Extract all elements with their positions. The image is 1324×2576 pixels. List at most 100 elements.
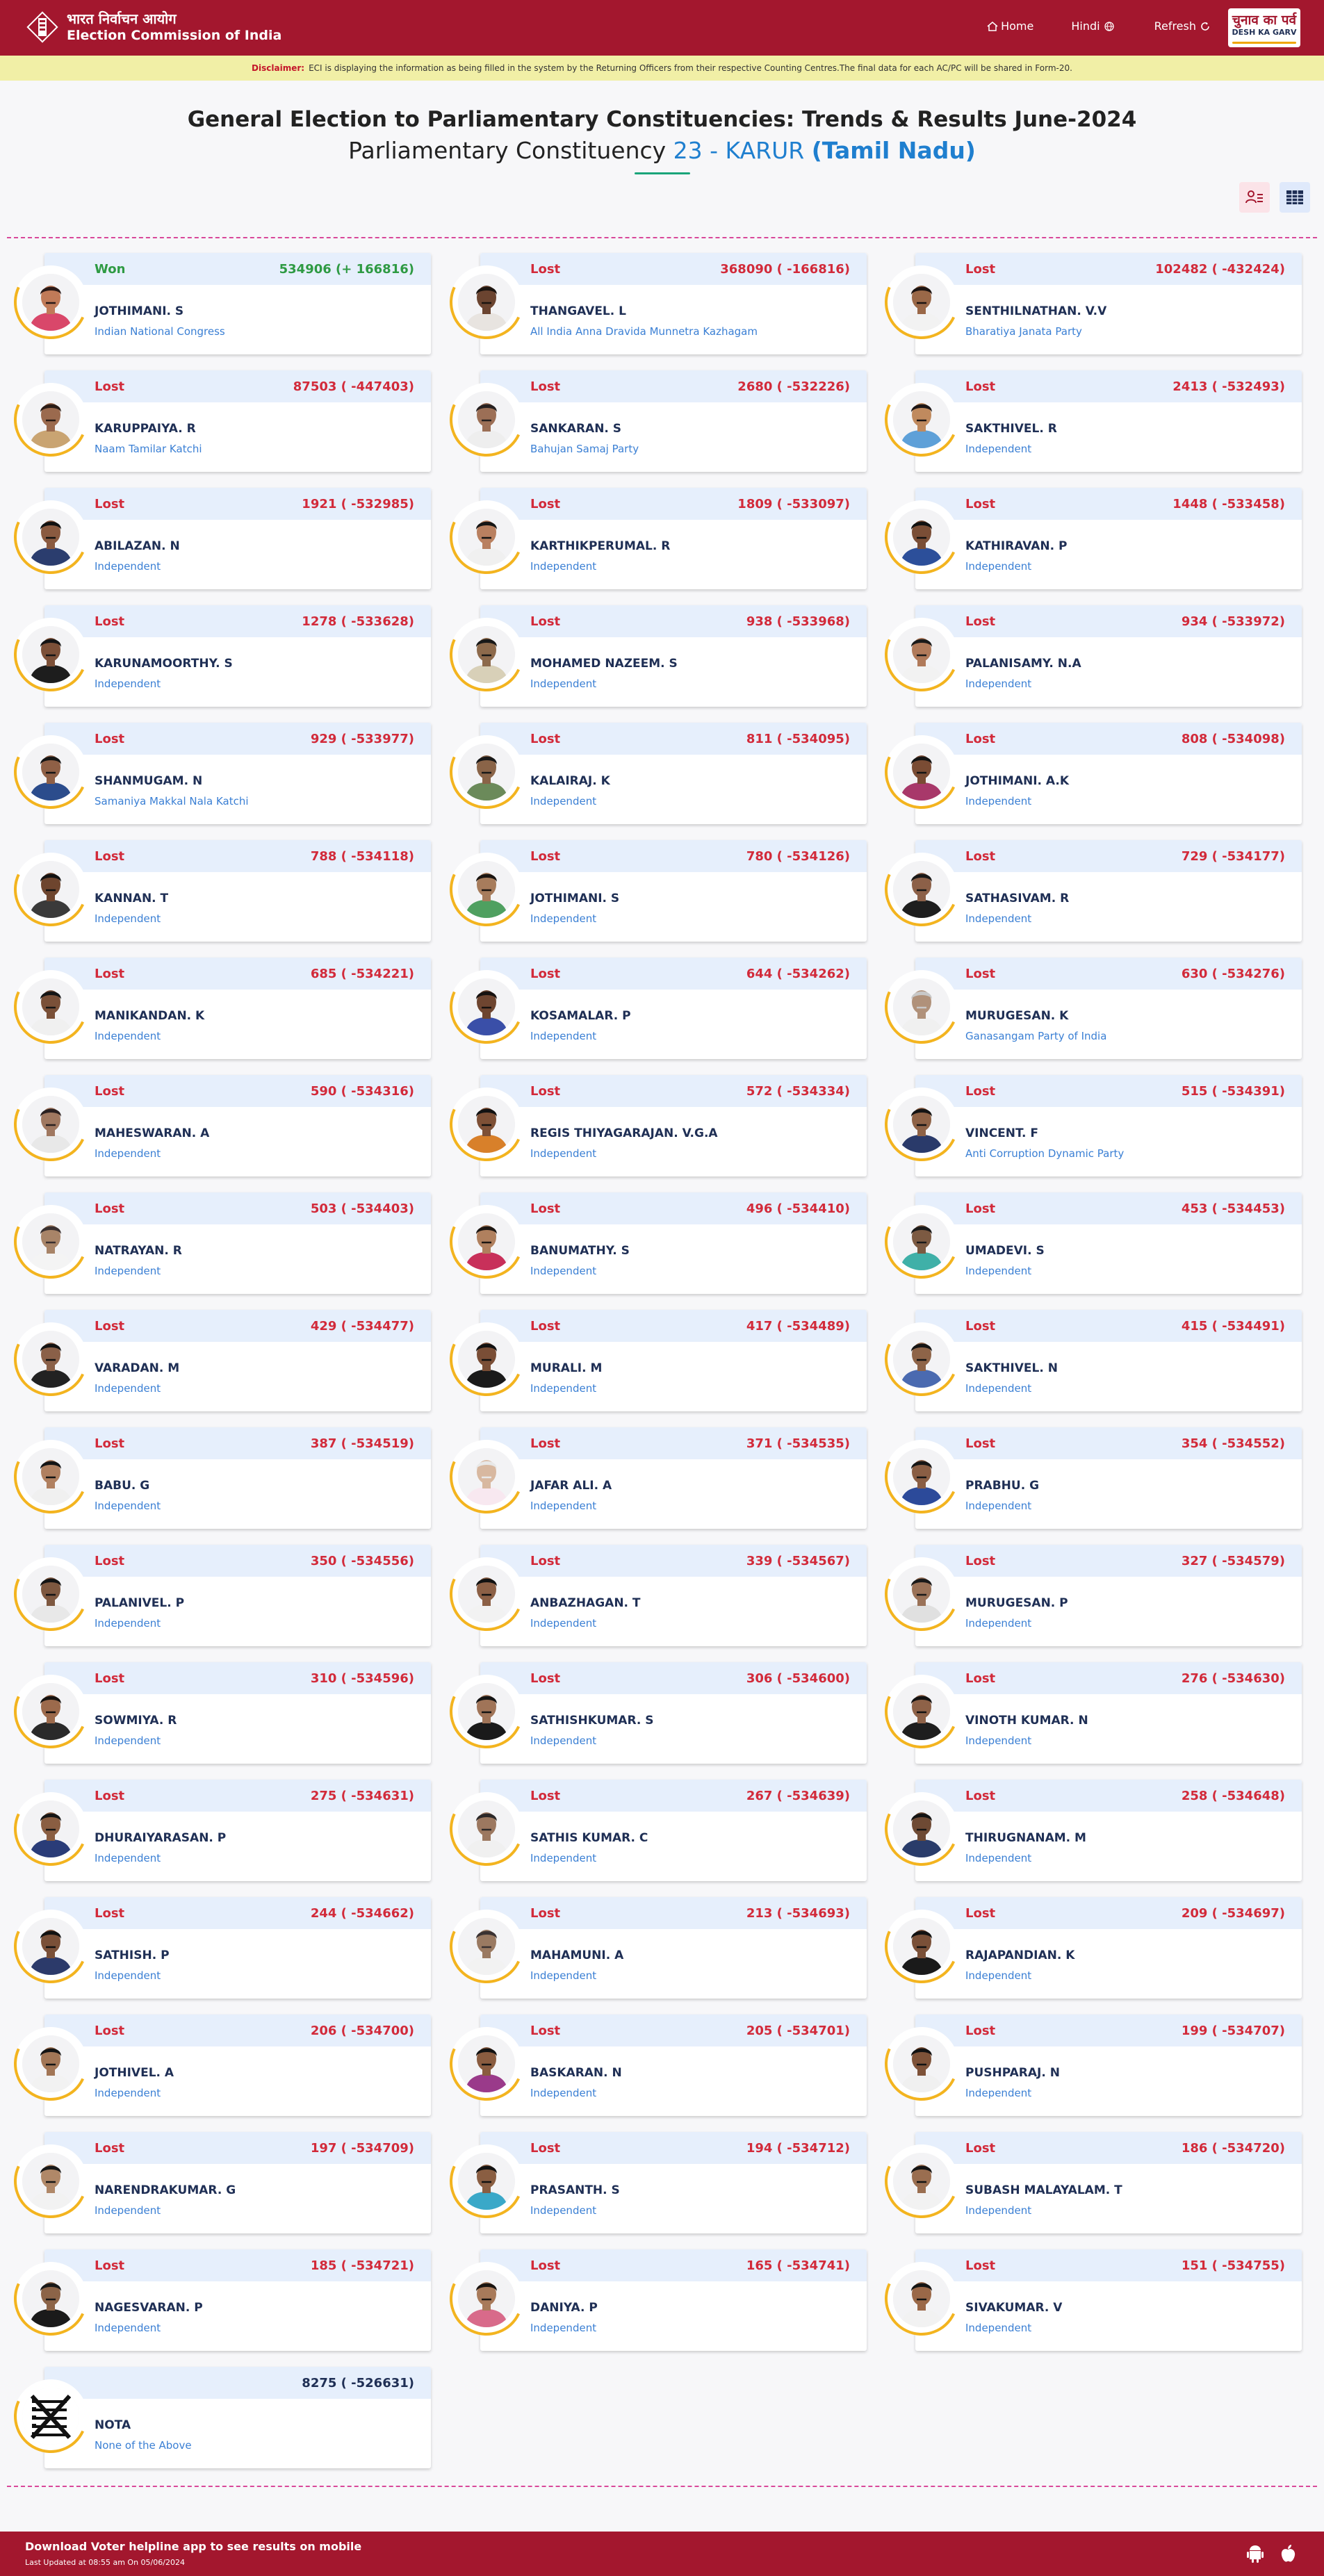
vote-count: 275 ( -534631) — [310, 1789, 414, 1803]
candidate-card[interactable]: Lost 780 ( -534126) JOTHIMANI. S Independen… — [439, 840, 867, 942]
candidate-card[interactable]: Lost 2680 ( -532226) SANKARAN. S Bahujan Sa… — [439, 370, 867, 472]
candidate-card[interactable]: Lost 453 ( -534453) UMADEVI. S Independent — [874, 1192, 1302, 1294]
candidate-card[interactable]: Lost 206 ( -534700) JOTHIVEL. A Independent — [3, 2015, 431, 2116]
candidate-card[interactable]: Lost 371 ( -534535) JAFAR ALI. A Independen… — [439, 1427, 867, 1529]
candidate-name: VARADAN. M — [95, 1361, 180, 1375]
candidate-photo — [22, 1683, 79, 1740]
vote-count: 1809 ( -533097) — [737, 497, 850, 511]
vote-count: 213 ( -534693) — [746, 1906, 850, 1921]
candidate-party: Independent — [965, 560, 1032, 573]
candidate-card[interactable]: Lost 387 ( -534519) BABU. G Independent — [3, 1427, 431, 1529]
candidate-card[interactable]: Lost 2413 ( -532493) SAKTHIVEL. R Independe… — [874, 370, 1302, 472]
candidate-card[interactable]: Lost 1448 ( -533458) KATHIRAVAN. P Independ… — [874, 488, 1302, 589]
candidate-card[interactable]: Lost 151 ( -534755) SIVAKUMAR. V Independen… — [874, 2249, 1302, 2351]
candidate-card[interactable]: Lost 685 ( -534221) MANIKANDAN. K Independe… — [3, 958, 431, 1059]
result-status: Lost — [95, 2258, 125, 2273]
candidate-party: Independent — [530, 1852, 597, 1864]
candidate-card[interactable]: Lost 197 ( -534709) NARENDRAKUMAR. G Indepe… — [3, 2132, 431, 2233]
candidate-party: Independent — [965, 912, 1032, 925]
candidate-card[interactable]: Won 534906 (+ 166816) JOTHIMANI. S Indian N… — [3, 253, 431, 354]
candidate-card[interactable]: Lost 788 ( -534118) KANNAN. T Independent — [3, 840, 431, 942]
result-status: Lost — [965, 1906, 996, 1921]
candidate-party: Independent — [530, 1617, 597, 1630]
candidate-card[interactable]: Lost 1921 ( -532985) ABILAZAN. N Independen… — [3, 488, 431, 589]
candidate-card[interactable]: Lost 205 ( -534701) BASKARAN. N Independent — [439, 2015, 867, 2116]
candidate-card[interactable]: Lost 327 ( -534579) MURUGESAN. P Independen… — [874, 1545, 1302, 1646]
result-status: Lost — [965, 497, 996, 511]
candidate-card[interactable]: Lost 1278 ( -533628) KARUNAMOORTHY. S Indep… — [3, 605, 431, 707]
candidate-card[interactable]: Lost 417 ( -534489) MURALI. M Independent — [439, 1310, 867, 1411]
result-status: Lost — [95, 1436, 125, 1451]
result-status: Lost — [530, 1671, 561, 1686]
candidate-card[interactable]: Lost 102482 ( -432424) SENTHILNATHAN. V.V B… — [874, 253, 1302, 354]
candidate-name: SAKTHIVEL. R — [965, 422, 1057, 436]
candidate-card[interactable]: Lost 938 ( -533968) MOHAMED NAZEEM. S Indep… — [439, 605, 867, 707]
result-status: Lost — [965, 967, 996, 981]
candidate-photo — [893, 391, 950, 448]
candidate-card[interactable]: Lost 1809 ( -533097) KARTHIKPERUMAL. R Inde… — [439, 488, 867, 589]
candidate-card[interactable]: Lost 213 ( -534693) MAHAMUNI. A Independent — [439, 1897, 867, 1999]
candidate-party: Independent — [95, 912, 161, 925]
nav-refresh[interactable]: Refresh — [1154, 19, 1213, 33]
candidate-card[interactable]: Lost 185 ( -534721) NAGESVARAN. P Independe… — [3, 2249, 431, 2351]
candidate-card[interactable]: Lost 354 ( -534552) PRABHU. G Independent — [874, 1427, 1302, 1529]
eci-logo-link[interactable]: भारत निर्वाचन आयोग Election Commission o… — [25, 10, 281, 44]
candidate-card[interactable]: Lost 496 ( -534410) BANUMATHY. S Independen… — [439, 1192, 867, 1294]
candidate-photo — [893, 2035, 950, 2092]
candidate-card[interactable]: Lost 503 ( -534403) NATRAYAN. R Independent — [3, 1192, 431, 1294]
candidate-card[interactable]: Lost 630 ( -534276) MURUGESAN. K Ganasangam… — [874, 958, 1302, 1059]
candidate-card[interactable]: Lost 644 ( -534262) KOSAMALAR. P Independen… — [439, 958, 867, 1059]
candidate-name: JOTHIMANI. S — [530, 892, 620, 905]
candidate-photo — [458, 1331, 515, 1388]
result-status: Lost — [530, 379, 561, 394]
candidate-card[interactable]: Lost 811 ( -534095) KALAIRAJ. K Independent — [439, 723, 867, 824]
result-status: Lost — [95, 849, 125, 864]
candidate-card[interactable]: Lost 339 ( -534567) ANBAZHAGAN. T Independe… — [439, 1545, 867, 1646]
candidate-photo — [893, 1566, 950, 1623]
candidate-name: ANBAZHAGAN. T — [530, 1596, 641, 1610]
candidate-card[interactable]: Lost 267 ( -534639) SATHIS KUMAR. C Indepen… — [439, 1780, 867, 1881]
candidate-card[interactable]: 8275 ( -526631) NOTA None of the Above — [3, 2367, 431, 2468]
candidate-card[interactable]: Lost 808 ( -534098) JOTHIMANI. A.K Independ… — [874, 723, 1302, 824]
candidate-card[interactable]: Lost 368090 ( -166816) THANGAVEL. L All Ind… — [439, 253, 867, 354]
disclaimer-text: ECI is displaying the information as bei… — [309, 63, 1072, 73]
candidate-card[interactable]: Lost 276 ( -534630) VINOTH KUMAR. N Indepen… — [874, 1662, 1302, 1764]
candidate-card[interactable]: Lost 350 ( -534556) PALANIVEL. P Independen… — [3, 1545, 431, 1646]
candidate-name: NOTA — [95, 2418, 131, 2432]
logo-english-text: Election Commission of India — [67, 28, 282, 43]
table-view-button[interactable] — [1280, 182, 1310, 213]
result-status: Lost — [95, 2141, 125, 2156]
candidate-party: Independent — [965, 1265, 1032, 1277]
candidate-card[interactable]: Lost 515 ( -534391) VINCENT. F Anti Corrupt… — [874, 1075, 1302, 1176]
candidate-card[interactable]: Lost 209 ( -534697) RAJAPANDIAN. K Independ… — [874, 1897, 1302, 1999]
candidate-name: BABU. G — [95, 1479, 150, 1493]
vote-count: 194 ( -534712) — [746, 2141, 850, 2156]
vote-count: 197 ( -534709) — [310, 2141, 414, 2156]
candidate-card[interactable]: Lost 87503 ( -447403) KARUPPAIYA. R Naam Ta… — [3, 370, 431, 472]
candidate-photo — [22, 1213, 79, 1270]
nav-hindi[interactable]: Hindi — [1071, 19, 1116, 33]
apple-icon[interactable] — [1280, 2544, 1296, 2563]
candidate-card[interactable]: Lost 729 ( -534177) SATHASIVAM. R Independe… — [874, 840, 1302, 942]
candidate-card[interactable]: Lost 934 ( -533972) PALANISAMY. N.A Indepen… — [874, 605, 1302, 707]
candidate-card[interactable]: Lost 306 ( -534600) SATHISHKUMAR. S Indepen… — [439, 1662, 867, 1764]
candidate-card[interactable]: Lost 590 ( -534316) MAHESWARAN. A Independe… — [3, 1075, 431, 1176]
android-icon[interactable] — [1246, 2544, 1264, 2563]
candidate-card[interactable]: Lost 275 ( -534631) DHURAIYARASAN. P Indepe… — [3, 1780, 431, 1881]
candidate-card[interactable]: Lost 199 ( -534707) PUSHPARAJ. N Independen… — [874, 2015, 1302, 2116]
candidate-card[interactable]: Lost 186 ( -534720) SUBASH MALAYALAM. T Ind… — [874, 2132, 1302, 2233]
candidate-card[interactable]: Lost 165 ( -534741) DANIYA. P Independent — [439, 2249, 867, 2351]
candidate-card[interactable]: Lost 572 ( -534334) REGIS THIYAGARAJAN. V.… — [439, 1075, 867, 1176]
candidate-card[interactable]: Lost 415 ( -534491) SAKTHIVEL. N Independen… — [874, 1310, 1302, 1411]
candidate-card[interactable]: Lost 244 ( -534662) SATHISH. P Independent — [3, 1897, 431, 1999]
candidate-card[interactable]: Lost 929 ( -533977) SHANMUGAM. N Samaniya M… — [3, 723, 431, 824]
candidate-card[interactable]: Lost 194 ( -534712) PRASANTH. S Independent — [439, 2132, 867, 2233]
desh-ka-garv-logo[interactable]: चुनाव का पर्व DESH KA GARV — [1228, 8, 1300, 47]
result-status: Lost — [95, 967, 125, 981]
candidate-card[interactable]: Lost 429 ( -534477) VARADAN. M Independent — [3, 1310, 431, 1411]
nav-home[interactable]: Home — [987, 19, 1033, 33]
candidate-card[interactable]: Lost 310 ( -534596) SOWMIYA. R Independent — [3, 1662, 431, 1764]
candidate-card[interactable]: Lost 258 ( -534648) THIRUGNANAM. M Independ… — [874, 1780, 1302, 1881]
result-status: Lost — [965, 1554, 996, 1568]
candidate-list-view-button[interactable] — [1239, 182, 1270, 213]
